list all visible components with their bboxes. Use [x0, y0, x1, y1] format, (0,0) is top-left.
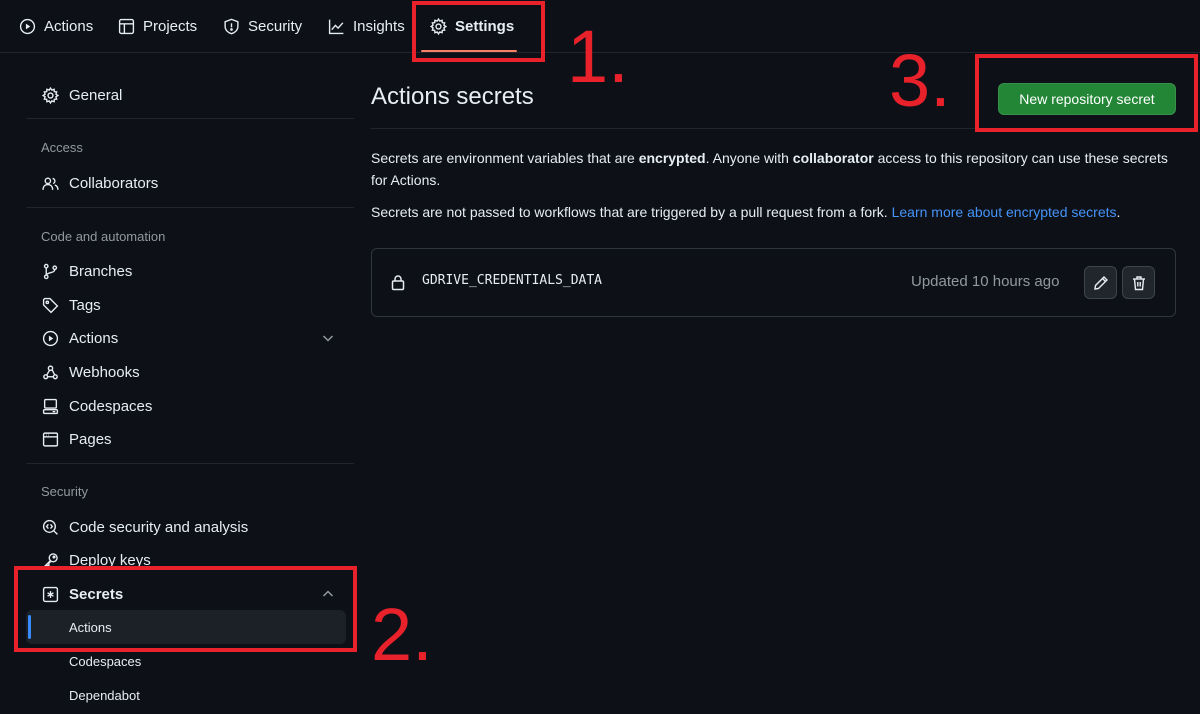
graph-icon: [328, 19, 344, 35]
sidebar-item-label: Branches: [69, 262, 133, 280]
tab-insights[interactable]: Insights: [328, 0, 405, 53]
sidebar-item-collaborators[interactable]: Collaborators: [26, 166, 354, 200]
sidebar-subitem-label: Dependabot: [69, 687, 140, 703]
desc-text: Secrets are environment variables that a…: [371, 150, 639, 166]
tag-icon: [42, 297, 59, 313]
tab-security[interactable]: Security: [223, 0, 302, 53]
tab-insights-label: Insights: [353, 18, 405, 35]
sidebar-heading-code: Code and automation: [41, 229, 166, 244]
sidebar-heading-security: Security: [41, 484, 88, 499]
secret-row: GDRIVE_CREDENTIALS_DATA Updated 10 hours…: [371, 248, 1176, 317]
desc-text: Secrets are not passed to workflows that…: [371, 204, 892, 220]
sidebar-item-code-security[interactable]: Code security and analysis: [26, 510, 354, 544]
table-icon: [118, 18, 135, 35]
sidebar-item-label: General: [69, 86, 123, 104]
edit-secret-button[interactable]: [1084, 266, 1117, 299]
branch-icon: [43, 263, 58, 279]
sidebar-item-general[interactable]: General: [26, 78, 354, 112]
sidebar-divider: [26, 207, 354, 208]
sidebar-item-label: Code security and analysis: [69, 518, 249, 536]
gear-icon: [42, 86, 59, 104]
annotation-step-1: 1.: [567, 15, 629, 98]
sidebar-item-webhooks[interactable]: Webhooks: [26, 355, 354, 389]
tab-projects-label: Projects: [143, 18, 198, 35]
secrets-description: Secrets are environment variables that a…: [371, 147, 1176, 191]
pencil-icon: [1093, 275, 1108, 290]
desc-bold: encrypted: [638, 150, 706, 166]
sidebar-divider: [26, 463, 354, 464]
codescan-icon: [42, 519, 58, 535]
sidebar-item-label: Actions: [69, 329, 119, 347]
chevron-down-icon: [322, 335, 334, 342]
delete-secret-button[interactable]: [1122, 266, 1155, 299]
sidebar-divider: [26, 118, 354, 119]
tab-projects[interactable]: Projects: [118, 0, 197, 53]
sidebar-item-actions[interactable]: Actions: [26, 321, 354, 355]
secret-name: GDRIVE_CREDENTIALS_DATA: [422, 273, 603, 288]
sidebar-item-pages[interactable]: Pages: [26, 422, 354, 456]
desc-text: . Anyone with: [705, 150, 793, 166]
learn-more-link[interactable]: Learn more about encrypted secrets: [892, 204, 1117, 220]
annotation-box-new-secret: [975, 54, 1198, 132]
sidebar-item-label: Webhooks: [69, 363, 140, 381]
sidebar-item-branches[interactable]: Branches: [26, 254, 354, 288]
codespaces-icon: [42, 398, 59, 414]
fork-description: Secrets are not passed to workflows that…: [371, 201, 1176, 223]
sidebar-item-codespaces[interactable]: Codespaces: [26, 389, 354, 423]
secret-updated-time: Updated 10 hours ago: [911, 273, 1060, 290]
sidebar-item-label: Pages: [69, 430, 112, 448]
desc-bold: collaborator: [792, 150, 874, 166]
annotation-step-2: 2.: [371, 593, 433, 676]
sidebar-item-label: Codespaces: [69, 397, 153, 415]
tab-actions[interactable]: Actions: [19, 0, 93, 53]
desc-text: .: [1116, 204, 1121, 220]
sidebar-item-label: Tags: [69, 296, 101, 314]
webhook-icon: [43, 364, 58, 379]
annotation-box-secrets: [14, 566, 357, 652]
sidebar-heading-access: Access: [41, 140, 83, 155]
tab-security-label: Security: [248, 18, 303, 35]
sidebar-item-tags[interactable]: Tags: [26, 288, 354, 322]
people-icon: [42, 176, 59, 190]
play-icon: [42, 330, 59, 346]
lock-icon: [391, 275, 405, 291]
sidebar-subitem-dependabot[interactable]: Dependabot: [26, 678, 346, 712]
tab-actions-label: Actions: [44, 18, 94, 35]
annotation-step-3: 3.: [889, 39, 951, 122]
shield-icon: [224, 18, 239, 35]
trash-icon: [1132, 275, 1145, 290]
sidebar-subitem-label: Codespaces: [69, 653, 142, 669]
annotation-box-settings: [412, 1, 545, 62]
play-icon: [19, 18, 36, 35]
browser-icon: [42, 431, 59, 447]
sidebar-item-label: Collaborators: [69, 174, 159, 192]
page-title: Actions secrets: [371, 83, 534, 110]
